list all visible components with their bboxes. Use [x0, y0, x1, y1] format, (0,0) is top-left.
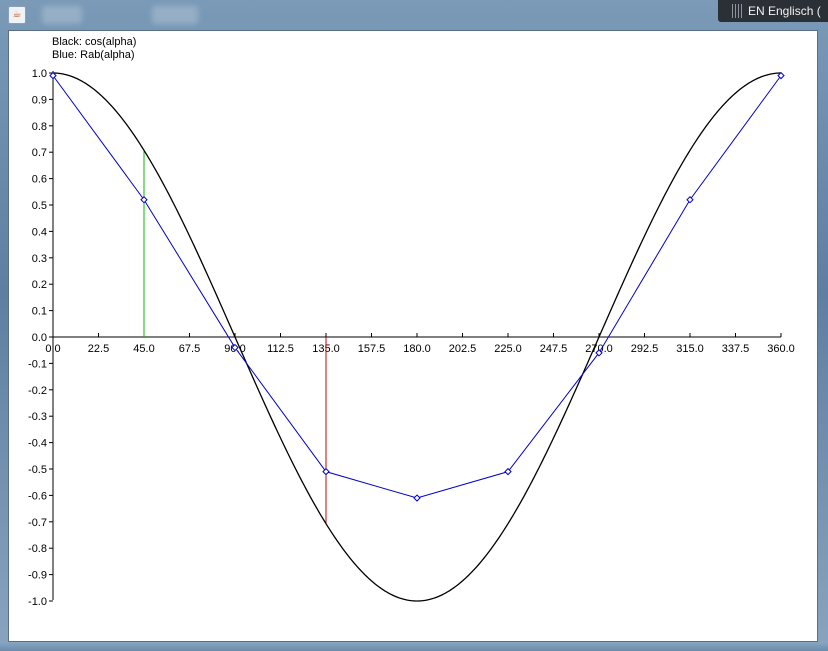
x-tick-label: 180.0: [403, 343, 431, 355]
y-tick-label: -1.0: [28, 596, 47, 608]
y-tick-label: -0.9: [28, 570, 47, 582]
y-tick-label: -0.5: [28, 464, 47, 476]
x-tick-label: 360.0: [767, 343, 795, 355]
y-tick-label: 0.4: [32, 226, 47, 238]
x-tick-label: 337.5: [722, 343, 750, 355]
x-tick-label: 247.5: [540, 343, 568, 355]
y-tick-label: -0.2: [28, 385, 47, 397]
y-tick-label: 0.5: [32, 200, 47, 212]
x-tick-label: 112.5: [267, 343, 294, 355]
legend-line-1: Black: cos(alpha): [52, 36, 136, 48]
y-tick-label: 0.6: [32, 174, 47, 186]
blurred-title: [152, 6, 198, 24]
plot-panel: Black: cos(alpha) Blue: Rab(alpha) 1.0 0.…: [8, 30, 818, 642]
x-tick-label: 45.0: [133, 343, 154, 355]
x-tick-label: 0.0: [45, 343, 60, 355]
y-tick-label: 1.0: [32, 68, 47, 80]
x-tick-label: 292.5: [631, 343, 659, 355]
x-tick-label: 157.5: [358, 343, 386, 355]
y-tick-label: 0.8: [32, 121, 47, 133]
x-tick-label: 22.5: [88, 343, 109, 355]
x-tick-label: 225.0: [494, 343, 522, 355]
window-bottom: [0, 642, 828, 651]
x-tick-label: 202.5: [449, 343, 477, 355]
blurred-title: [42, 6, 82, 24]
y-tick-label: -0.4: [28, 438, 47, 450]
language-bar[interactable]: EN Englisch (: [718, 0, 828, 22]
x-tick-label: 67.5: [179, 343, 200, 355]
y-tick-label: -0.1: [28, 358, 47, 370]
y-tick-label: -0.6: [28, 490, 47, 502]
java-icon[interactable]: ☕: [8, 6, 26, 24]
y-tick-label: -0.3: [28, 411, 47, 423]
y-tick-label: 0.2: [32, 279, 47, 291]
grip-icon[interactable]: [732, 4, 744, 18]
language-indicator[interactable]: EN Englisch (: [748, 4, 821, 18]
y-tick-label: 0.7: [32, 147, 47, 159]
app-window: ☕ EN Englisch ( Black: cos(alpha) Blue: …: [0, 0, 828, 651]
y-tick-label: 0.3: [32, 253, 47, 265]
cos-rab-chart: Black: cos(alpha) Blue: Rab(alpha) 1.0 0.…: [28, 36, 795, 608]
title-bar: ☕: [0, 0, 828, 30]
rab-curve: [52, 75, 782, 499]
x-tick-label: 315.0: [676, 343, 704, 355]
y-tick-label: 0.9: [32, 94, 47, 106]
y-tick-label: -0.7: [28, 517, 47, 529]
legend-line-2: Blue: Rab(alpha): [52, 49, 135, 61]
y-tick-label: 0.1: [32, 306, 47, 318]
rab-point: [413, 494, 421, 502]
y-tick-label: -0.8: [28, 543, 47, 555]
